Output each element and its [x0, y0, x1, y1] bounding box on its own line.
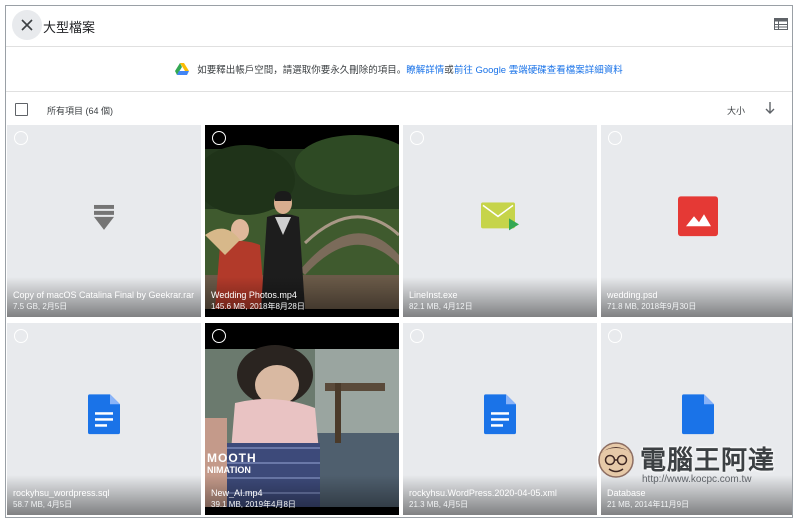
- file-name: Copy of macOS Catalina Final by Geekrar.…: [13, 290, 195, 300]
- file-meta: 21 MB, 2014年11月9日: [607, 500, 690, 509]
- select-circle[interactable]: [608, 131, 622, 145]
- file-tile[interactable]: Database 21 MB, 2014年11月9日: [601, 323, 792, 515]
- doc-icon: [88, 394, 120, 435]
- doc-icon: [484, 394, 516, 435]
- select-circle[interactable]: [608, 329, 622, 343]
- large-files-dialog: 大型檔案 如要釋出帳戶空間，請選取你要永久刪除的項目。 瞭解詳情 或 前往 Go…: [5, 5, 793, 518]
- file-name: wedding.psd: [607, 290, 658, 300]
- file-meta: 145.6 MB, 2018年8月28日: [211, 302, 305, 311]
- exe-icon: [481, 202, 519, 231]
- header-bar: 大型檔案: [6, 6, 792, 47]
- image-icon: [678, 196, 718, 237]
- file-tile[interactable]: rockyhsu.WordPress.2020-04-05.xml 21.3 M…: [403, 323, 597, 515]
- file-meta: 7.5 GB, 2月5日: [13, 302, 68, 311]
- archive-icon: [94, 204, 114, 230]
- file-name: Database: [607, 488, 646, 498]
- file-tile[interactable]: MOOTH NIMATION New_AI.mp4 39.1 MB, 2019年…: [205, 323, 399, 515]
- select-circle[interactable]: [410, 329, 424, 343]
- video-overlay-text: NIMATION: [207, 465, 251, 475]
- select-circle[interactable]: [212, 131, 226, 145]
- file-meta: 58.7 MB, 4月5日: [13, 500, 73, 509]
- file-name: Wedding Photos.mp4: [211, 290, 297, 300]
- file-name: New_AI.mp4: [211, 488, 263, 498]
- file-tile[interactable]: wedding.psd 71.8 MB, 2018年9月30日: [601, 125, 792, 317]
- file-name: rockyhsu_wordpress.sql: [13, 488, 110, 498]
- drive-details-link[interactable]: 前往 Google 雲端硬碟查看檔案詳細資料: [454, 62, 623, 76]
- doc-icon: [682, 394, 714, 435]
- file-tile[interactable]: rockyhsu_wordpress.sql 58.7 MB, 4月5日: [7, 323, 201, 515]
- page-title: 大型檔案: [43, 20, 96, 35]
- all-items-label: 所有項目 (64 個): [47, 106, 114, 116]
- list-toolbar: 所有項目 (64 個) 大小: [6, 92, 792, 128]
- select-circle[interactable]: [14, 131, 28, 145]
- file-meta: 71.8 MB, 2018年9月30日: [607, 302, 697, 311]
- video-overlay-text: MOOTH: [207, 451, 257, 465]
- banner-message: 如要釋出帳戶空間，請選取你要永久刪除的項目。: [197, 65, 407, 76]
- sort-by-size-button[interactable]: 大小: [727, 104, 745, 117]
- file-meta: 82.1 MB, 4月12日: [409, 302, 473, 311]
- select-circle[interactable]: [410, 131, 424, 145]
- file-tile[interactable]: Wedding Photos.mp4 145.6 MB, 2018年8月28日: [205, 125, 399, 317]
- file-name: rockyhsu.WordPress.2020-04-05.xml: [409, 488, 557, 498]
- select-circle[interactable]: [212, 329, 226, 343]
- file-tile[interactable]: Copy of macOS Catalina Final by Geekrar.…: [7, 125, 201, 317]
- close-button[interactable]: [12, 10, 42, 40]
- sort-direction-icon[interactable]: [764, 101, 776, 115]
- google-drive-icon: [175, 63, 190, 75]
- select-all-checkbox[interactable]: [15, 103, 28, 116]
- close-icon: [21, 19, 33, 31]
- file-tile[interactable]: LineInst.exe 82.1 MB, 4月12日: [403, 125, 597, 317]
- banner-connector: 或: [444, 65, 454, 76]
- file-meta: 39.1 MB, 2019年4月8日: [211, 500, 296, 509]
- file-meta: 21.3 MB, 4月5日: [409, 500, 469, 509]
- file-name: LineInst.exe: [409, 290, 458, 300]
- info-banner: 如要釋出帳戶空間，請選取你要永久刪除的項目。 瞭解詳情 或 前往 Google …: [6, 47, 792, 92]
- select-circle[interactable]: [14, 329, 28, 343]
- learn-more-link[interactable]: 瞭解詳情: [406, 62, 444, 76]
- list-view-icon[interactable]: [774, 18, 788, 30]
